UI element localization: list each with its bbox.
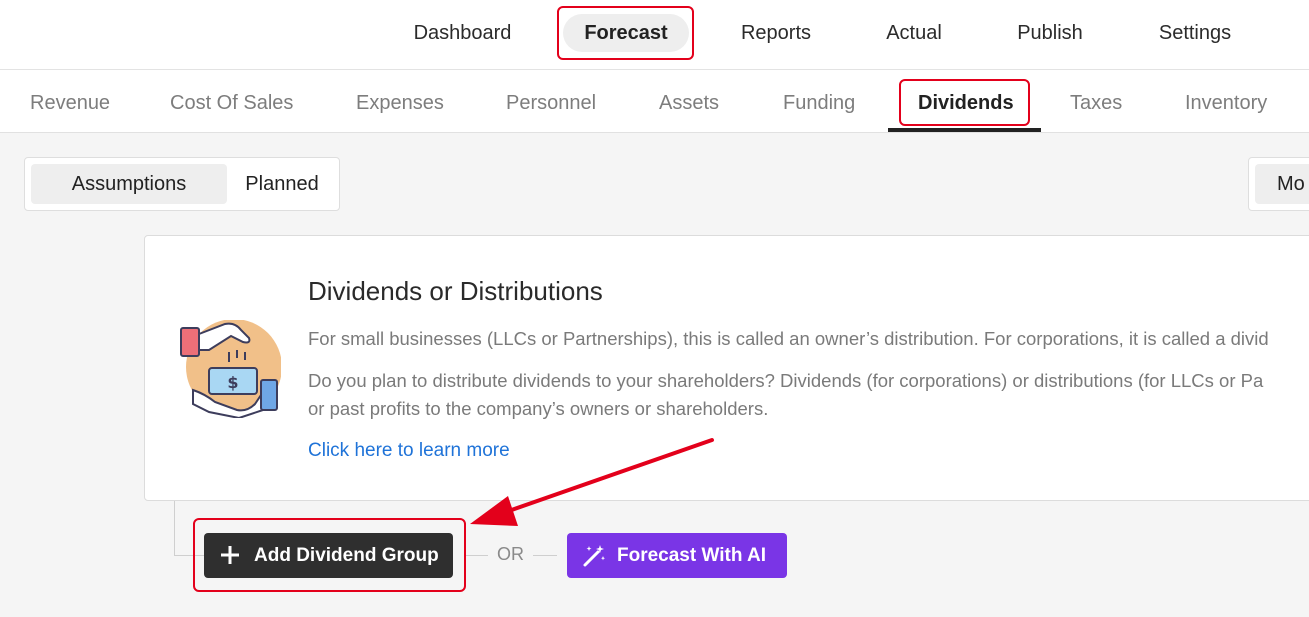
active-tab-underline [888, 128, 1041, 132]
assumptions-toggle[interactable]: Assumptions [31, 164, 227, 204]
money-hand-icon: $ [180, 320, 281, 418]
card-description-2: Do you plan to distribute dividends to y… [308, 370, 1264, 391]
add-dividend-group-label: Add Dividend Group [254, 545, 439, 566]
connector-line [174, 501, 175, 555]
tab-taxes[interactable]: Taxes [1070, 88, 1122, 118]
tab-personnel[interactable]: Personnel [506, 88, 596, 118]
tab-funding[interactable]: Funding [783, 88, 855, 118]
magic-wand-icon [583, 545, 605, 567]
tab-dividends[interactable]: Dividends [918, 88, 1014, 118]
nav-reports[interactable]: Reports [726, 14, 826, 52]
nav-settings[interactable]: Settings [1146, 14, 1244, 52]
tab-cost-of-sales[interactable]: Cost Of Sales [170, 88, 293, 118]
connector-line [174, 555, 204, 556]
separator-line [464, 555, 488, 556]
sub-nav: Revenue Cost Of Sales Expenses Personnel… [0, 70, 1309, 133]
nav-dashboard[interactable]: Dashboard [400, 14, 525, 52]
add-dividend-group-button[interactable]: Add Dividend Group [204, 533, 453, 578]
tab-inventory[interactable]: Inventory [1185, 88, 1267, 118]
period-toggle: Mo [1248, 157, 1309, 211]
tab-assets[interactable]: Assets [659, 88, 719, 118]
card-description-3: or past profits to the company’s owners … [308, 398, 769, 419]
dividends-info-card: $ Dividends or Distributions For small b… [144, 235, 1309, 501]
tab-expenses[interactable]: Expenses [356, 88, 444, 118]
forecast-with-ai-label: Forecast With AI [617, 545, 767, 566]
planned-toggle[interactable]: Planned [229, 164, 335, 204]
learn-more-link[interactable]: Click here to learn more [308, 440, 510, 462]
nav-publish[interactable]: Publish [1004, 14, 1096, 52]
tab-revenue[interactable]: Revenue [30, 88, 110, 118]
view-toggle: Assumptions Planned [24, 157, 340, 211]
period-toggle-option[interactable]: Mo [1255, 164, 1309, 204]
svg-text:$: $ [227, 373, 238, 392]
card-description-1: For small businesses (LLCs or Partnershi… [308, 328, 1269, 349]
plus-icon [221, 546, 239, 564]
or-separator: OR [497, 544, 524, 564]
forecast-with-ai-button[interactable]: Forecast With AI [567, 533, 787, 578]
card-title: Dividends or Distributions [308, 276, 603, 306]
separator-line [533, 555, 557, 556]
nav-actual[interactable]: Actual [874, 14, 954, 52]
top-nav: Dashboard Forecast Reports Actual Publis… [0, 0, 1309, 70]
nav-forecast[interactable]: Forecast [563, 14, 689, 52]
